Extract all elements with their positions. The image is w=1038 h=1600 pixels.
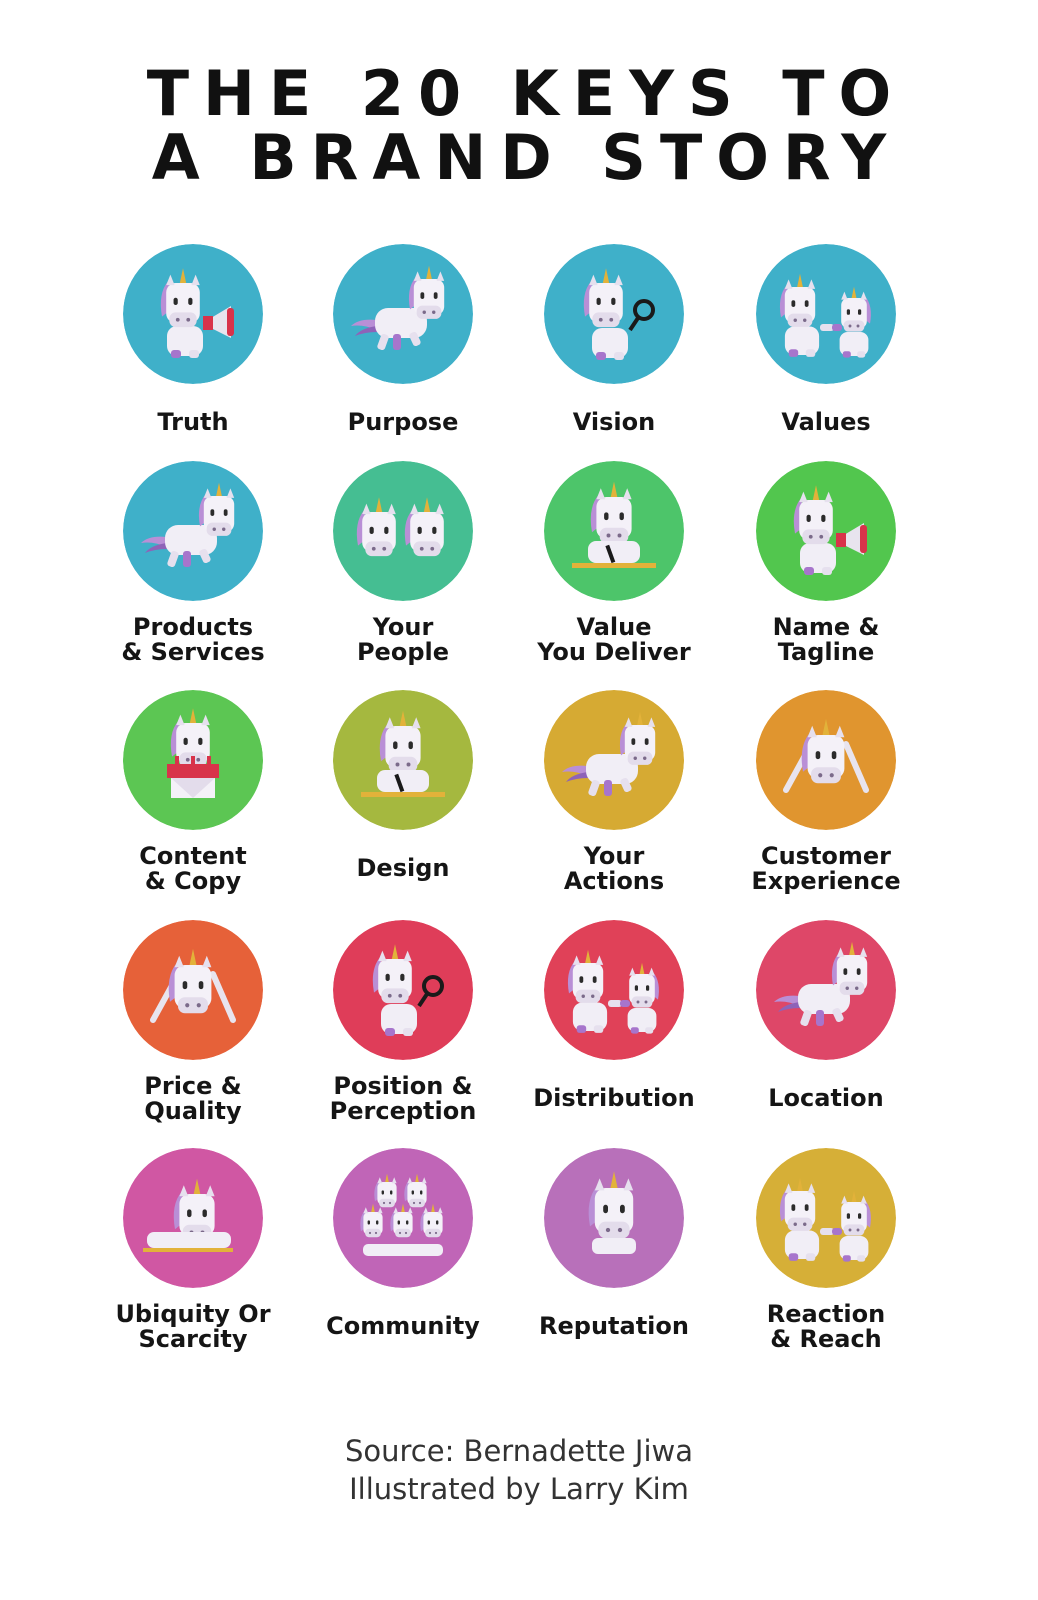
key-label: Your Actions: [494, 844, 734, 894]
unicorn-pair-icon: [756, 1148, 896, 1288]
key-label: Truth: [73, 410, 313, 435]
key-label-line: Distribution: [533, 1084, 695, 1112]
key-label: Name & Tagline: [706, 615, 946, 665]
unicorn-cake-icon: [123, 690, 263, 830]
key-item: Position & Perception: [283, 920, 523, 1140]
unicorn-megaphone-icon: [123, 244, 263, 384]
key-label-line: Your: [372, 613, 434, 641]
key-label-line: & Services: [121, 638, 265, 666]
key-label-line: Community: [326, 1312, 480, 1340]
key-label-line: Tagline: [777, 638, 875, 666]
key-item: Reputation: [494, 1148, 734, 1368]
key-label: Reputation: [494, 1314, 734, 1339]
key-label-line: & Copy: [144, 867, 242, 895]
unicorn-desk-icon: [333, 690, 473, 830]
key-label: Your People: [283, 615, 523, 665]
key-item: Ubiquity Or Scarcity: [73, 1148, 313, 1368]
key-label-line: Purpose: [347, 408, 459, 436]
key-label: Products & Services: [73, 615, 313, 665]
key-label-line: Values: [781, 408, 871, 436]
key-label: Reaction & Reach: [706, 1302, 946, 1352]
unicorn-swords-icon: [756, 690, 896, 830]
key-item: Content & Copy: [73, 690, 313, 910]
unicorn-prancing-icon: [544, 690, 684, 830]
key-item: Reaction & Reach: [706, 1148, 946, 1368]
key-item: Price & Quality: [73, 920, 313, 1140]
key-label-line: Actions: [563, 867, 665, 895]
key-label-line: Scarcity: [138, 1325, 248, 1353]
unicorn-two-faces-icon: [333, 461, 473, 601]
key-label: Position & Perception: [283, 1074, 523, 1124]
key-item: Products & Services: [73, 461, 313, 681]
source-credit: Source: Bernadette Jiwa Illustrated by L…: [0, 1432, 1038, 1508]
key-label: Location: [706, 1086, 946, 1111]
key-item: Purpose: [283, 244, 523, 464]
key-label: Distribution: [494, 1086, 734, 1111]
key-label-line: Quality: [144, 1097, 242, 1125]
unicorn-magnifier-icon: [333, 920, 473, 1060]
key-item: Name & Tagline: [706, 461, 946, 681]
key-item: Distribution: [494, 920, 734, 1140]
keys-grid: Truth Purpose Vision Values Products & Servic…: [0, 0, 1038, 1600]
key-item: Your Actions: [494, 690, 734, 910]
illustrator-line: Illustrated by Larry Kim: [349, 1472, 689, 1506]
key-label-line: Truth: [157, 408, 229, 436]
key-label-line: Location: [768, 1084, 884, 1112]
key-label-line: Products: [132, 613, 254, 641]
key-label: Values: [706, 410, 946, 435]
unicorn-prancing-icon: [123, 461, 263, 601]
key-label: Purpose: [283, 410, 523, 435]
key-label-line: & Reach: [770, 1325, 882, 1353]
unicorn-group-icon: [333, 1148, 473, 1288]
key-label-line: Perception: [329, 1097, 477, 1125]
key-label-line: Customer: [760, 842, 892, 870]
key-label: Customer Experience: [706, 844, 946, 894]
key-label-line: Experience: [751, 867, 901, 895]
key-label: Content & Copy: [73, 844, 313, 894]
key-item: Location: [706, 920, 946, 1140]
unicorn-prancing-icon: [756, 920, 896, 1060]
key-item: Design: [283, 690, 523, 910]
unicorn-lying-icon: [123, 1148, 263, 1288]
key-label-line: Reaction: [766, 1300, 886, 1328]
key-label-line: Reputation: [539, 1312, 689, 1340]
unicorn-face-icon: [544, 1148, 684, 1288]
key-label: Vision: [494, 410, 734, 435]
key-label-line: People: [356, 638, 450, 666]
key-label-line: Price &: [144, 1072, 242, 1100]
key-label: Price & Quality: [73, 1074, 313, 1124]
unicorn-swords-icon: [123, 920, 263, 1060]
key-item: Community: [283, 1148, 523, 1368]
key-label: Community: [283, 1314, 523, 1339]
key-label-line: Ubiquity Or: [115, 1300, 271, 1328]
key-label: Value You Deliver: [494, 615, 734, 665]
key-item: Value You Deliver: [494, 461, 734, 681]
key-label-line: Design: [356, 854, 450, 882]
unicorn-desk-icon: [544, 461, 684, 601]
key-label-line: You Deliver: [537, 638, 691, 666]
unicorn-pair-icon: [756, 244, 896, 384]
key-item: Values: [706, 244, 946, 464]
key-label-line: Name &: [772, 613, 880, 641]
key-label: Ubiquity Or Scarcity: [73, 1302, 313, 1352]
key-label-line: Content: [139, 842, 247, 870]
unicorn-pair-icon: [544, 920, 684, 1060]
source-line: Source: Bernadette Jiwa: [344, 1434, 694, 1468]
key-label: Design: [283, 856, 523, 881]
key-label-line: Your: [583, 842, 645, 870]
key-label-line: Value: [576, 613, 652, 641]
key-label-line: Vision: [572, 408, 656, 436]
key-item: Your People: [283, 461, 523, 681]
unicorn-magnifier-icon: [544, 244, 684, 384]
unicorn-prancing-icon: [333, 244, 473, 384]
key-item: Vision: [494, 244, 734, 464]
key-item: Customer Experience: [706, 690, 946, 910]
key-item: Truth: [73, 244, 313, 464]
unicorn-megaphone-icon: [756, 461, 896, 601]
key-label-line: Position &: [333, 1072, 473, 1100]
